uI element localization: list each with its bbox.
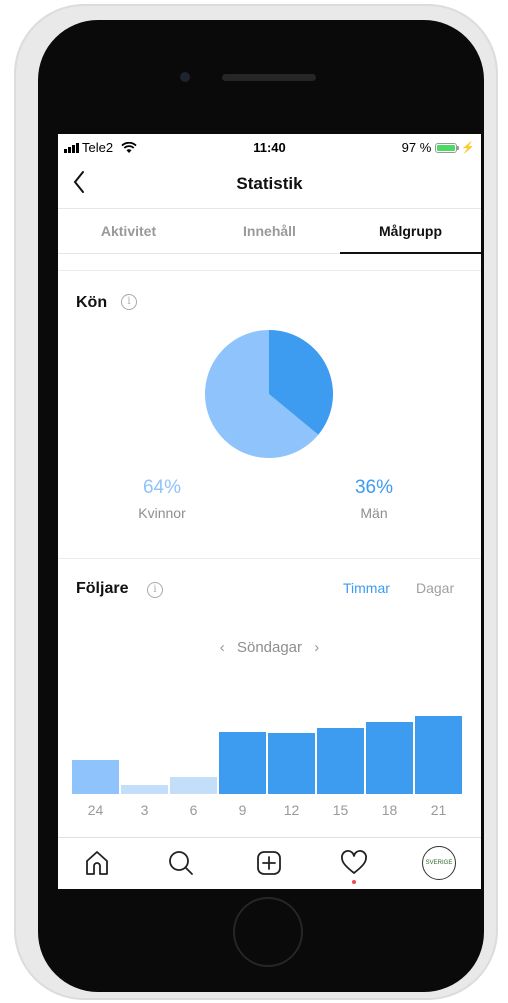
next-day-chevron-icon[interactable]: ›: [306, 639, 327, 656]
front-camera: [180, 72, 190, 82]
battery-percent: 97 %: [401, 140, 432, 155]
men-label: Män: [360, 505, 388, 521]
bar-18[interactable]: [366, 722, 413, 794]
bar-12[interactable]: [268, 733, 315, 794]
status-bar: Tele2 11:40 97 % ⚡: [58, 134, 481, 160]
home-icon[interactable]: [82, 848, 112, 878]
earpiece-speaker: [222, 74, 316, 81]
section-divider: [58, 270, 481, 271]
bar-3[interactable]: [121, 785, 168, 794]
page-title: Statistik: [236, 174, 303, 193]
x-tick-label: 24: [88, 802, 104, 818]
x-tick-label: 21: [431, 802, 447, 818]
prev-day-chevron-icon[interactable]: ‹: [212, 639, 233, 656]
x-tick-label: 6: [190, 802, 198, 818]
info-icon[interactable]: i: [121, 294, 137, 310]
bar-24[interactable]: [72, 760, 119, 794]
search-icon[interactable]: [166, 848, 196, 878]
toggle-hours[interactable]: Timmar: [343, 580, 390, 596]
tab-audience[interactable]: Målgrupp: [340, 209, 481, 254]
heart-icon[interactable]: [339, 848, 369, 878]
x-tick-label: 9: [239, 802, 247, 818]
bar-21[interactable]: [415, 716, 462, 794]
bar-6[interactable]: [170, 777, 217, 794]
gender-pie-chart: [205, 330, 333, 458]
x-tick-label: 18: [382, 802, 398, 818]
home-button[interactable]: [233, 897, 303, 967]
add-post-icon[interactable]: [254, 848, 284, 878]
bar-9[interactable]: [219, 732, 266, 794]
x-tick-label: 12: [284, 802, 300, 818]
followers-section-title: Följare: [76, 580, 129, 597]
notification-dot: [352, 880, 356, 884]
tab-activity[interactable]: Aktivitet: [58, 209, 199, 253]
x-tick-label: 15: [333, 802, 349, 818]
men-percent: 36%: [354, 477, 394, 498]
toggle-days[interactable]: Dagar: [416, 580, 454, 596]
day-selector: ‹ Söndagar ›: [58, 639, 481, 656]
profile-avatar[interactable]: SVERIGE: [422, 846, 456, 880]
tab-bar-top: Aktivitet Innehåll Målgrupp: [58, 208, 481, 254]
followers-bar-chart: 24 3 6 9 12 15 18 21: [72, 716, 462, 818]
bottom-tab-bar: SVERIGE: [58, 837, 481, 889]
charging-icon: ⚡: [461, 142, 475, 154]
section-divider: [58, 558, 481, 559]
battery-icon: [435, 142, 460, 153]
women-percent: 64%: [142, 477, 182, 498]
women-label: Kvinnor: [138, 505, 186, 521]
x-tick-label: 3: [141, 802, 149, 818]
tab-content[interactable]: Innehåll: [199, 209, 340, 253]
status-right: 97 % ⚡: [402, 140, 475, 155]
screen: Tele2 11:40 97 % ⚡ Statistik Aktivitet I…: [58, 134, 481, 889]
gender-section-title: Kön: [76, 294, 108, 311]
bar-15[interactable]: [317, 728, 364, 794]
info-icon[interactable]: i: [147, 582, 163, 598]
navigation-bar: Statistik: [58, 160, 481, 206]
day-label: Söndagar: [236, 639, 303, 656]
